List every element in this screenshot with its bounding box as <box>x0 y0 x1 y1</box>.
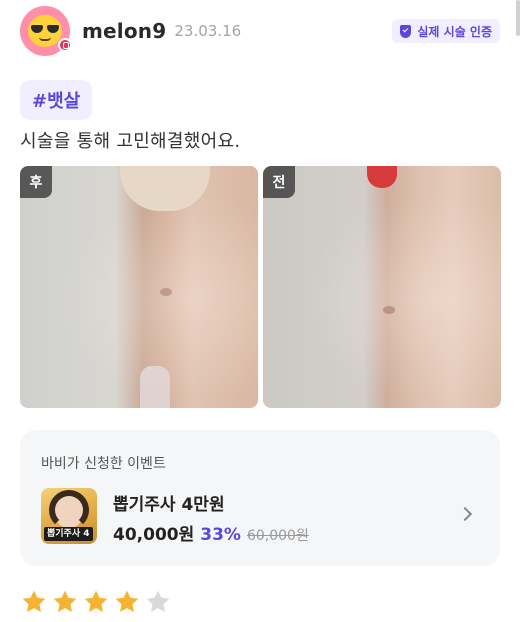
review-date: 23.03.16 <box>174 22 242 40</box>
thumbnail-tag: 뽑기주사 4 <box>44 527 93 541</box>
discount-rate: 33% <box>200 525 241 545</box>
photo-shading <box>20 166 258 408</box>
star-filled-icon <box>115 590 139 613</box>
photo-shading <box>263 166 501 408</box>
hashtag-chip[interactable]: #뱃살 <box>20 80 93 120</box>
price-row: 40,000원 33% 60,000원 <box>113 520 309 545</box>
event-price: 40,000원 <box>113 525 195 545</box>
before-label: 전 <box>263 166 295 198</box>
star-filled-icon <box>22 590 46 613</box>
star-empty-icon <box>146 590 170 613</box>
event-name: 뽑기주사 4만원 <box>113 495 225 515</box>
event-card[interactable]: 바비가 신청한 이벤트 뽑기주사 4 뽑기주사 4만원 40,000원 33% … <box>20 430 500 566</box>
after-photo[interactable]: 후 <box>20 166 258 408</box>
verified-badge: 실제 시술 인증 <box>392 19 500 43</box>
avatar[interactable] <box>20 6 72 56</box>
event-title: 바비가 신청한 이벤트 <box>41 456 166 472</box>
lock-badge-icon <box>58 38 72 52</box>
before-photo[interactable]: 전 <box>263 166 501 408</box>
sunglasses-icon <box>31 25 59 33</box>
after-label: 후 <box>20 166 52 198</box>
star-filled-icon <box>53 590 77 613</box>
review-text: 시술을 통해 고민해결했어요. <box>20 131 241 152</box>
chevron-right-icon[interactable] <box>457 506 473 522</box>
original-price: 60,000원 <box>246 528 309 544</box>
event-thumbnail: 뽑기주사 4 <box>41 488 97 544</box>
verified-label: 실제 시술 인증 <box>417 24 492 39</box>
star-rating <box>20 588 175 616</box>
shield-check-icon <box>400 24 412 38</box>
username[interactable]: melon9 <box>82 19 166 43</box>
scrollbar[interactable] <box>516 0 520 36</box>
star-filled-icon <box>84 590 108 613</box>
review-header: melon9 23.03.16 실제 시술 인증 <box>20 6 500 56</box>
thumbnail-hair <box>49 490 89 530</box>
